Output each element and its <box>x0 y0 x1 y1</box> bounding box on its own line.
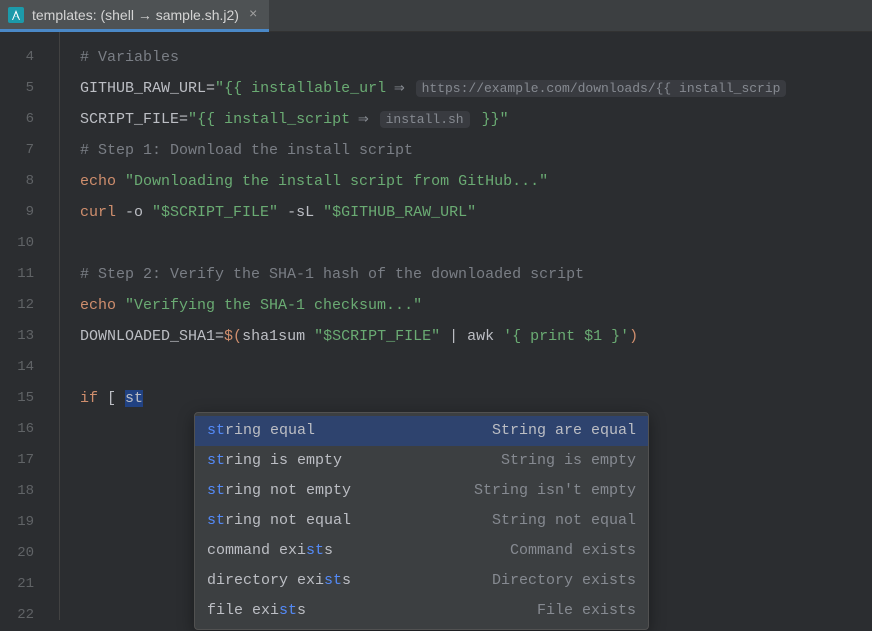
line-number: 10 <box>0 228 34 259</box>
line-number: 16 <box>0 414 34 445</box>
autocomplete-description: File exists <box>537 601 636 621</box>
autocomplete-description: String are equal <box>492 421 636 441</box>
autocomplete-description: String isn't empty <box>474 481 636 501</box>
code-line-13[interactable]: DOWNLOADED_SHA1=$(sha1sum "$SCRIPT_FILE"… <box>80 321 872 352</box>
autocomplete-description: Directory exists <box>492 571 636 591</box>
autocomplete-popup[interactable]: string equal String are equal string is em… <box>194 412 649 630</box>
autocomplete-description: Command exists <box>510 541 636 561</box>
autocomplete-label: string not equal <box>207 511 351 531</box>
line-gutter: 45678910111213141516171819202122 <box>0 32 48 620</box>
autocomplete-label: string not empty <box>207 481 351 501</box>
autocomplete-item[interactable]: command exists Command exists <box>195 536 648 566</box>
line-number: 20 <box>0 538 34 569</box>
code-line-5[interactable]: GITHUB_RAW_URL="{{ installable_url ⇒ htt… <box>80 73 872 104</box>
line-number: 8 <box>0 166 34 197</box>
editor: 45678910111213141516171819202122 # Varia… <box>0 32 872 620</box>
autocomplete-item[interactable]: directory exists Directory exists <box>195 566 648 596</box>
close-icon[interactable]: × <box>247 7 259 23</box>
line-number: 14 <box>0 352 34 383</box>
autocomplete-label: directory exists <box>207 571 351 591</box>
autocomplete-item[interactable]: string equal String are equal <box>195 416 648 446</box>
code-line-11[interactable]: # Step 2: Verify the SHA-1 hash of the d… <box>80 259 872 290</box>
line-number: 7 <box>0 135 34 166</box>
code-line-15[interactable]: if [ st <box>80 383 872 414</box>
code-line-14[interactable] <box>80 352 872 383</box>
autocomplete-item[interactable]: string not equal String not equal <box>195 506 648 536</box>
autocomplete-item[interactable]: string is empty String is empty <box>195 446 648 476</box>
line-number: 5 <box>0 73 34 104</box>
autocomplete-label: string equal <box>207 421 315 441</box>
ansible-file-icon <box>8 7 24 23</box>
tab-title: templates: (shell → sample.sh.j2) <box>32 7 239 23</box>
line-number: 12 <box>0 290 34 321</box>
active-tab[interactable]: templates: (shell → sample.sh.j2) × <box>0 0 269 32</box>
line-number: 15 <box>0 383 34 414</box>
code-line-12[interactable]: echo "Verifying the SHA-1 checksum..." <box>80 290 872 321</box>
hint-arrow-icon: ⇒ <box>350 112 377 127</box>
hint-arrow-icon: ⇒ <box>386 81 413 96</box>
inline-hint: https://example.com/downloads/{{ install… <box>416 80 787 97</box>
line-number: 19 <box>0 507 34 538</box>
line-number: 11 <box>0 259 34 290</box>
line-number: 22 <box>0 600 34 631</box>
inline-hint: install.sh <box>380 111 470 128</box>
code-line-9[interactable]: curl -o "$SCRIPT_FILE" -sL "$GITHUB_RAW_… <box>80 197 872 228</box>
autocomplete-description: String not equal <box>492 511 636 531</box>
code-line-4[interactable]: # Variables <box>80 42 872 73</box>
autocomplete-label: file exists <box>207 601 306 621</box>
code-line-10[interactable] <box>80 228 872 259</box>
autocomplete-description: String is empty <box>501 451 636 471</box>
code-line-8[interactable]: echo "Downloading the install script fro… <box>80 166 872 197</box>
line-number: 17 <box>0 445 34 476</box>
line-number: 4 <box>0 42 34 73</box>
code-line-7[interactable]: # Step 1: Download the install script <box>80 135 872 166</box>
tab-bar: templates: (shell → sample.sh.j2) × <box>0 0 872 32</box>
line-number: 13 <box>0 321 34 352</box>
autocomplete-item[interactable]: string not empty String isn't empty <box>195 476 648 506</box>
autocomplete-item[interactable]: file exists File exists <box>195 596 648 626</box>
line-number: 6 <box>0 104 34 135</box>
code-area[interactable]: # Variables GITHUB_RAW_URL="{{ installab… <box>60 32 872 620</box>
tab-bar-empty <box>269 0 872 32</box>
autocomplete-label: string is empty <box>207 451 342 471</box>
fold-column <box>48 32 60 620</box>
line-number: 21 <box>0 569 34 600</box>
code-line-6[interactable]: SCRIPT_FILE="{{ install_script ⇒ install… <box>80 104 872 135</box>
autocomplete-label: command exists <box>207 541 333 561</box>
line-number: 9 <box>0 197 34 228</box>
line-number: 18 <box>0 476 34 507</box>
